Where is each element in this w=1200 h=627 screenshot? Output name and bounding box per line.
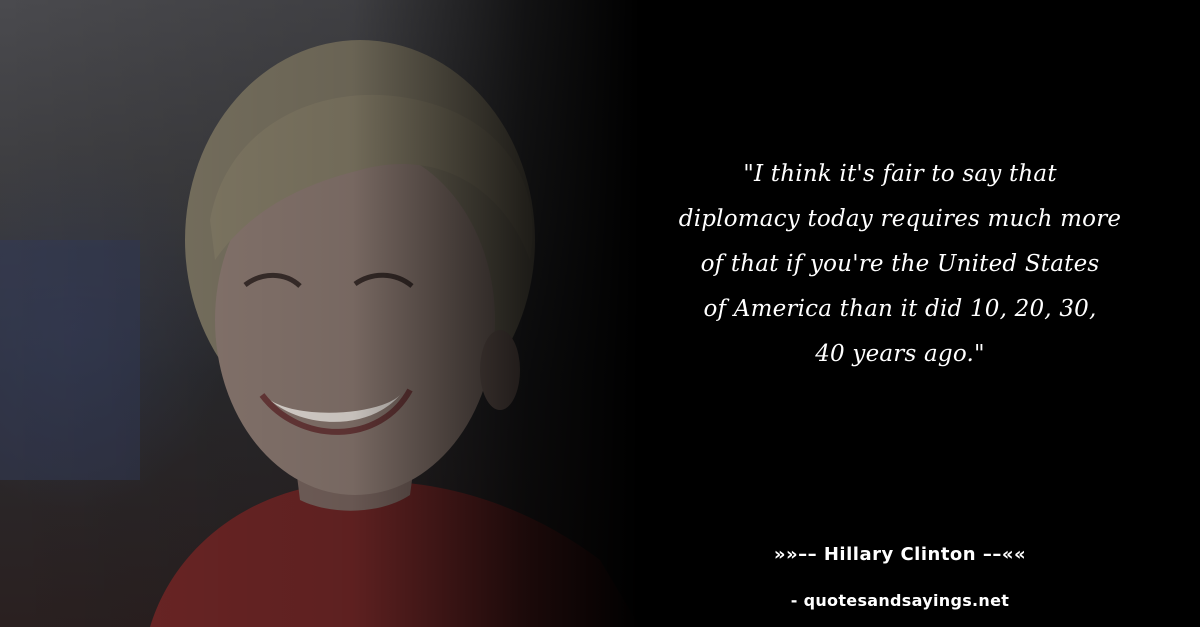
quote-line: 40 years ago.": [815, 341, 985, 367]
website-credit: - quotesandsayings.net: [790, 591, 1010, 610]
quote-line: of that if you're the United States: [700, 251, 1100, 277]
quote-author: »»–– Hillary Clinton ––««: [773, 544, 1027, 565]
quote-line: of America than it did 10, 20, 30,: [703, 296, 1097, 322]
photo-fade-overlay: [0, 0, 640, 627]
quote-line: diplomacy today requires much more: [678, 206, 1122, 232]
quote-card: "I think it's fair to say that diplomacy…: [0, 0, 1200, 627]
portrait-photo: [0, 0, 640, 627]
quote-text: "I think it's fair to say that diplomacy…: [630, 152, 1170, 377]
quote-line: "I think it's fair to say that: [743, 161, 1057, 187]
